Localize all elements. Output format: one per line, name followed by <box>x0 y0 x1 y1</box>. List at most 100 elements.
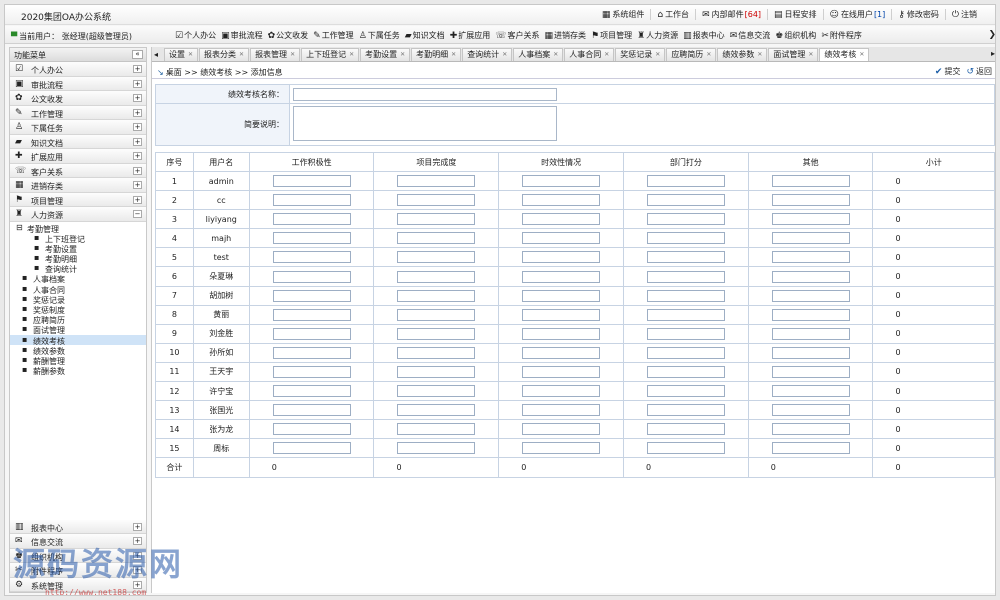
tree-item[interactable]: ▪ 绩效参数 <box>10 345 146 356</box>
score-input[interactable] <box>771 251 850 264</box>
score-input[interactable] <box>397 423 476 436</box>
score-input[interactable] <box>272 308 351 321</box>
sidebar-item[interactable]: ✚ 扩展应用 + <box>10 149 146 164</box>
score-input[interactable] <box>397 289 476 302</box>
module-link[interactable]: ♜ 人力资源 <box>635 30 680 41</box>
score-input[interactable] <box>272 251 351 264</box>
score-input[interactable] <box>646 251 725 264</box>
tab-scroll-right-icon[interactable]: ▸ <box>991 49 995 58</box>
score-input[interactable] <box>272 327 351 340</box>
tab-item[interactable]: 报表管理 ✕ <box>250 48 301 61</box>
score-input[interactable] <box>771 308 850 321</box>
tree-item[interactable]: ▪ 考勤明细 <box>10 253 146 264</box>
tree-item[interactable]: ▪ 绩效考核 <box>10 334 146 346</box>
tab-item[interactable]: 报表分类 ✕ <box>199 48 250 61</box>
module-link[interactable]: ▦ 进销存类 <box>543 30 589 41</box>
score-input[interactable] <box>522 385 601 398</box>
score-input[interactable] <box>522 289 601 302</box>
score-input[interactable] <box>771 327 850 340</box>
expand-toggle[interactable]: + <box>133 522 142 531</box>
score-input[interactable] <box>272 346 351 359</box>
sidebar-collapse-button[interactable]: « <box>132 50 143 59</box>
expand-toggle[interactable]: + <box>133 137 142 146</box>
score-input[interactable] <box>646 327 725 340</box>
module-link[interactable]: ▣ 审批流程 <box>219 30 265 41</box>
sidebar-item[interactable]: ♙ 下属任务 + <box>10 120 146 135</box>
sidebar-item[interactable]: ☑ 个人办公 + <box>10 62 146 77</box>
tree-item[interactable]: ▪ 查询统计 <box>10 263 146 274</box>
chevron-right-icon[interactable]: ❯ <box>988 30 995 40</box>
score-input[interactable] <box>522 365 601 378</box>
score-input[interactable] <box>771 365 850 378</box>
score-input[interactable] <box>646 289 725 302</box>
close-icon[interactable]: ✕ <box>400 49 405 61</box>
close-icon[interactable]: ✕ <box>604 49 609 61</box>
score-input[interactable] <box>397 213 476 226</box>
score-input[interactable] <box>771 423 850 436</box>
tab-item[interactable]: 人事合同 ✕ <box>564 48 615 61</box>
score-input[interactable] <box>397 442 476 455</box>
score-input[interactable] <box>771 346 850 359</box>
score-input[interactable] <box>771 232 850 245</box>
expand-toggle[interactable]: − <box>133 210 142 218</box>
expand-toggle[interactable]: + <box>133 181 142 189</box>
module-link[interactable]: ✂ 附件程序 <box>819 30 864 41</box>
score-input[interactable] <box>397 175 476 188</box>
score-input[interactable] <box>771 404 850 417</box>
sidebar-item[interactable]: ▦ 进销存类 + <box>10 178 146 193</box>
score-input[interactable] <box>272 365 351 378</box>
close-icon[interactable]: ✕ <box>502 49 507 61</box>
score-input[interactable] <box>522 346 601 359</box>
close-icon[interactable]: ✕ <box>188 49 193 61</box>
score-input[interactable] <box>646 308 725 321</box>
score-input[interactable] <box>397 270 476 283</box>
score-input[interactable] <box>522 213 601 226</box>
top-link-key[interactable]: ⚷ 修改密码 <box>892 9 946 20</box>
tree-item[interactable]: ▪ 奖惩记录 <box>10 294 146 305</box>
module-link[interactable]: ♚ 组织机构 <box>773 30 818 41</box>
sidebar-item[interactable]: ♜ 人力资源 − <box>10 207 146 222</box>
module-link[interactable]: ☑ 个人办公 <box>173 30 218 41</box>
assessment-name-input[interactable] <box>293 87 557 101</box>
tree-item[interactable]: ▪ 人事档案 <box>10 273 146 284</box>
close-icon[interactable]: ✕ <box>757 49 762 61</box>
tab-item[interactable]: 上下班登记 ✕ <box>301 48 360 61</box>
top-link-mail[interactable]: ✉ 内部邮件 [64] <box>696 9 769 20</box>
module-link[interactable]: ✿ 公文收发 <box>266 30 311 41</box>
sidebar-item[interactable]: ▥ 报表中心 + <box>10 519 146 534</box>
expand-toggle[interactable]: + <box>133 108 142 117</box>
score-input[interactable] <box>397 232 476 245</box>
score-input[interactable] <box>272 385 351 398</box>
tab-item[interactable]: 面试管理 ✕ <box>768 48 819 61</box>
sidebar-item[interactable]: ▣ 审批流程 + <box>10 76 146 91</box>
score-input[interactable] <box>272 404 351 417</box>
score-input[interactable] <box>646 270 725 283</box>
score-input[interactable] <box>522 404 601 417</box>
score-input[interactable] <box>522 270 601 283</box>
score-input[interactable] <box>272 270 351 283</box>
score-input[interactable] <box>771 289 850 302</box>
tree-item[interactable]: ▪ 薪酬参数 <box>10 365 146 376</box>
close-icon[interactable]: ✕ <box>808 49 813 61</box>
tab-item[interactable]: 查询统计 ✕ <box>462 48 513 61</box>
tab-item[interactable]: 人事档案 ✕ <box>513 48 564 61</box>
score-input[interactable] <box>522 327 601 340</box>
module-link[interactable]: ☏ 客户关系 <box>493 30 541 41</box>
tree-item[interactable]: ▪ 应聘简历 <box>10 314 146 325</box>
score-input[interactable] <box>771 175 850 188</box>
score-input[interactable] <box>646 404 725 417</box>
close-icon[interactable]: ✕ <box>553 49 558 61</box>
score-input[interactable] <box>771 385 850 398</box>
tree-item[interactable]: ▪ 面试管理 <box>10 324 146 335</box>
sidebar-item[interactable]: ☏ 客户关系 + <box>10 163 146 178</box>
score-input[interactable] <box>646 385 725 398</box>
tab-item[interactable]: 考勤明细 ✕ <box>411 48 462 61</box>
module-link[interactable]: ▥ 报表中心 <box>681 30 727 41</box>
tab-item[interactable]: 奖惩记录 ✕ <box>615 48 666 61</box>
tree-item[interactable]: ▪ 薪酬管理 <box>10 355 146 366</box>
tab-item[interactable]: 应聘简历 ✕ <box>666 48 717 61</box>
score-input[interactable] <box>522 175 601 188</box>
score-input[interactable] <box>646 194 725 207</box>
expand-toggle[interactable]: + <box>133 166 142 175</box>
score-input[interactable] <box>771 194 850 207</box>
